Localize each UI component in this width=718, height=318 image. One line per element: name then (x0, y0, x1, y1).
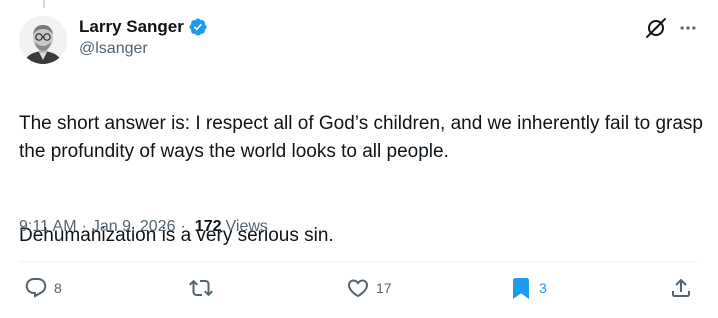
repost-button[interactable] (189, 276, 219, 300)
author-name[interactable]: Larry Sanger (79, 17, 184, 37)
avatar[interactable] (19, 16, 67, 64)
bookmark-button[interactable]: 3 (509, 276, 547, 300)
grok-icon[interactable] (644, 16, 668, 40)
verified-badge-icon[interactable] (188, 17, 208, 37)
more-icon[interactable] (676, 16, 700, 40)
author-name-row: Larry Sanger (79, 16, 208, 38)
post-text: The short answer is: I respect all of Go… (19, 82, 704, 278)
post-time[interactable]: 9:11 AM (19, 218, 77, 236)
heart-icon (346, 276, 370, 300)
meta-separator: · (180, 218, 186, 235)
bookmark-count: 3 (539, 280, 547, 296)
like-button[interactable]: 17 (346, 276, 392, 300)
meta-separator: · (81, 218, 87, 235)
share-icon (669, 276, 693, 300)
post-meta: 9:11 AM · Jan 9, 2026 · 172 Views (19, 218, 268, 236)
reply-count: 8 (54, 280, 62, 296)
author-handle[interactable]: @lsanger (79, 40, 148, 58)
post-date[interactable]: Jan 9, 2026 (92, 218, 176, 236)
thread-connector-line (43, 0, 45, 8)
post-paragraph: The short answer is: I respect all of Go… (19, 113, 703, 162)
bookmark-icon (509, 276, 533, 300)
views-label: Views (225, 218, 268, 235)
reply-button[interactable]: 8 (24, 276, 62, 300)
repost-icon (189, 276, 213, 300)
views-count: 172 (194, 218, 222, 235)
action-bar: 8 17 3 (19, 262, 699, 318)
reply-icon (24, 276, 48, 300)
share-button[interactable] (669, 276, 693, 300)
like-count: 17 (376, 280, 392, 296)
